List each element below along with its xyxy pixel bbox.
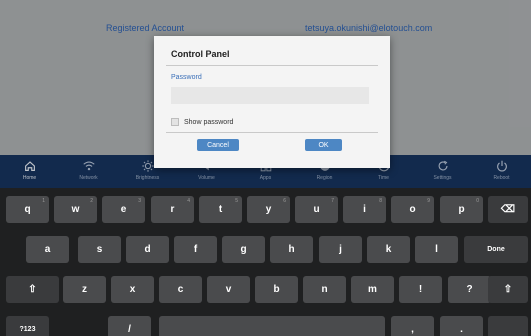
key-hint: 1 [42, 198, 45, 204]
backspace-icon: ⌫ [500, 204, 516, 215]
key-label: i [363, 204, 366, 215]
key-label: v [225, 284, 232, 295]
key-o[interactable]: 9o [391, 196, 434, 223]
key-y[interactable]: 6y [247, 196, 290, 223]
key-Done[interactable]: Done [464, 236, 528, 263]
key-label: f [193, 244, 198, 255]
key-label: h [288, 244, 295, 255]
key-f[interactable]: f [174, 236, 217, 263]
key-label: a [44, 244, 51, 255]
title-divider [166, 65, 378, 66]
key-label: ! [418, 284, 423, 295]
shift-icon: ⇧ [503, 284, 513, 295]
key-a[interactable]: a [26, 236, 69, 263]
key-hint: 9 [427, 198, 430, 204]
key-q[interactable]: 1q [6, 196, 49, 223]
key-,[interactable]: , [391, 316, 434, 336]
key-label: w [71, 204, 80, 215]
key-label: g [240, 244, 247, 255]
key-c[interactable]: c [159, 276, 202, 303]
key-hint: 0 [476, 198, 479, 204]
key-label: b [273, 284, 280, 295]
key-n[interactable]: n [303, 276, 346, 303]
shift-key[interactable]: ⇧ [6, 276, 59, 303]
control-panel-dialog: Control Panel Password Show password Can… [154, 36, 390, 168]
show-password-checkbox[interactable] [171, 118, 179, 126]
key-l[interactable]: l [415, 236, 458, 263]
key-label: l [435, 244, 438, 255]
key-hint: 8 [379, 198, 382, 204]
key-label: , [411, 324, 414, 335]
key-label: r [170, 204, 175, 215]
key-.[interactable]: . [440, 316, 483, 336]
key-t[interactable]: 5t [199, 196, 242, 223]
password-input[interactable] [171, 87, 369, 104]
key-u[interactable]: 7u [295, 196, 338, 223]
key-h[interactable]: h [270, 236, 313, 263]
backspace-key[interactable]: ⌫ [488, 196, 528, 223]
password-label: Password [171, 74, 202, 81]
key-z[interactable]: z [63, 276, 106, 303]
key-j[interactable]: j [319, 236, 362, 263]
key-hint: 2 [90, 198, 93, 204]
key-p[interactable]: 0p [440, 196, 483, 223]
shift-icon: ⇧ [28, 284, 37, 295]
on-screen-keyboard: 1 q 2 w 3 e 4 r 5 t 6 y 7 u 8 i 9 o 0 p ⌫ a s d f g h j k l Done ⇧ z x c v b… [0, 188, 531, 336]
key-label: ? [466, 284, 473, 295]
show-password-row[interactable]: Show password [171, 118, 233, 126]
key-hint: 7 [331, 198, 334, 204]
show-password-label: Show password [184, 118, 234, 126]
key-b[interactable]: b [255, 276, 298, 303]
key-label: k [385, 244, 392, 255]
key-label: / [128, 324, 131, 335]
key-label: d [144, 244, 151, 255]
space-key[interactable] [159, 316, 385, 336]
key-label: n [321, 284, 328, 295]
cancel-button[interactable]: Cancel [197, 139, 239, 151]
key-label: j [339, 244, 342, 255]
ok-button[interactable]: OK [305, 139, 342, 151]
key-?123[interactable]: ?123 [6, 316, 49, 336]
key-label: Done [487, 246, 505, 253]
key-g[interactable]: g [222, 236, 265, 263]
key-label: m [368, 284, 377, 295]
key-label: u [313, 204, 320, 215]
key-label: x [129, 284, 136, 295]
key-label: . [460, 324, 463, 335]
key-i[interactable]: 8i [343, 196, 386, 223]
key-label: s [96, 244, 103, 255]
key-label: t [218, 204, 223, 215]
key-v[interactable]: v [207, 276, 250, 303]
key-label: q [24, 204, 31, 215]
key-label: e [120, 204, 127, 215]
key-/[interactable]: / [108, 316, 151, 336]
screen: Registered Account tetsuya.okunishi@elot… [0, 0, 531, 336]
key-hint: 6 [283, 198, 286, 204]
key-e[interactable]: 3e [102, 196, 145, 223]
key-hint: 5 [235, 198, 238, 204]
key-label: c [177, 284, 184, 295]
key-x[interactable]: x [111, 276, 154, 303]
button-divider [166, 132, 378, 133]
key-?[interactable]: ? [448, 276, 491, 303]
blank-key[interactable] [488, 316, 528, 336]
key-w[interactable]: 2w [54, 196, 97, 223]
key-label: y [265, 204, 272, 215]
key-m[interactable]: m [351, 276, 394, 303]
key-label: o [409, 204, 416, 215]
key-hint: 4 [187, 198, 190, 204]
dialog-title: Control Panel [171, 49, 230, 59]
key-label: z [82, 284, 87, 295]
key-label: p [458, 204, 465, 215]
shift-key[interactable]: ⇧ [488, 276, 528, 303]
key-s[interactable]: s [78, 236, 121, 263]
key-![interactable]: ! [399, 276, 442, 303]
key-label: ?123 [19, 326, 36, 333]
key-hint: 3 [138, 198, 141, 204]
key-r[interactable]: 4r [151, 196, 194, 223]
key-k[interactable]: k [367, 236, 410, 263]
key-d[interactable]: d [126, 236, 169, 263]
